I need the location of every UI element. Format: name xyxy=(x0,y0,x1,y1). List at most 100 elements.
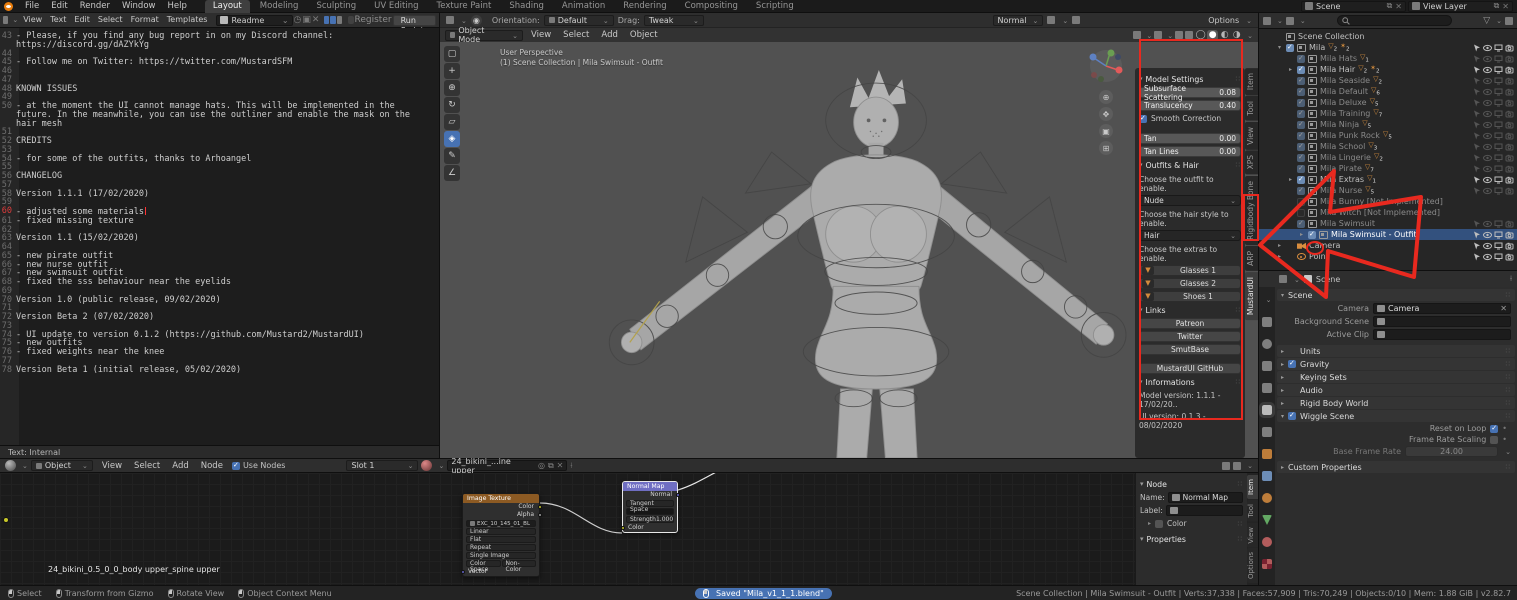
row-checkbox[interactable] xyxy=(1297,154,1305,162)
xray-icon[interactable] xyxy=(1185,31,1193,39)
text-editor-menu[interactable]: Templates xyxy=(163,14,212,26)
selectable-icon[interactable] xyxy=(1473,132,1481,140)
new-material-icon[interactable]: ⧉ xyxy=(548,461,554,471)
shading-mode-icon[interactable] xyxy=(1219,30,1230,41)
viewport-disable-icon[interactable] xyxy=(1494,176,1503,184)
selectable-icon[interactable] xyxy=(1473,110,1481,118)
outliner-row[interactable]: Mila Ninja 5 xyxy=(1259,119,1517,130)
collapsed-panel-header[interactable]: Rigid Body World∷ xyxy=(1277,397,1515,409)
row-checkbox[interactable] xyxy=(1297,143,1305,151)
options-dropdown[interactable]: Options xyxy=(1208,16,1239,25)
node-dropdown[interactable]: Repeat xyxy=(466,544,536,551)
workspace-tab[interactable]: Modeling xyxy=(252,0,307,13)
smooth-correction-checkbox[interactable] xyxy=(1139,115,1147,123)
workspace-tab[interactable]: Texture Paint xyxy=(429,0,500,13)
zoom-icon[interactable]: ⊕ xyxy=(1099,90,1113,104)
setting-slider[interactable]: Translucency0.40 xyxy=(1139,100,1241,111)
field-input[interactable]: Camera ✕ xyxy=(1373,303,1511,314)
viewport-menu[interactable]: Add xyxy=(595,29,623,41)
node-dropdown[interactable]: Flat xyxy=(466,536,536,543)
row-checkbox[interactable] xyxy=(1297,220,1305,228)
selectable-icon[interactable] xyxy=(1473,253,1481,261)
topbar-menu[interactable]: File xyxy=(19,0,45,12)
node-editor-menu[interactable]: Select xyxy=(128,460,166,472)
sidebar-tab[interactable]: ARP xyxy=(1245,246,1258,271)
viewport-disable-icon[interactable] xyxy=(1494,143,1503,151)
selectable-icon[interactable] xyxy=(1473,77,1481,85)
viewport-disable-icon[interactable] xyxy=(1494,88,1503,96)
shading-mode-icon[interactable] xyxy=(1231,30,1242,41)
custom-properties-panel-header[interactable]: Custom Properties∷ xyxy=(1277,461,1515,473)
node-color-checkbox[interactable] xyxy=(1155,520,1163,528)
unlink-scene-icon[interactable]: ✕ xyxy=(1395,2,1402,11)
viewport-disable-icon[interactable] xyxy=(1494,242,1503,250)
collapsed-panel-header[interactable]: Units∷ xyxy=(1277,345,1515,357)
shading-mode-icon[interactable] xyxy=(1195,30,1206,41)
workspace-tab[interactable]: Layout xyxy=(205,0,250,13)
expand-icon[interactable]: ▾ xyxy=(1276,44,1283,51)
row-checkbox[interactable] xyxy=(1297,132,1305,140)
viewport-disable-icon[interactable] xyxy=(1494,253,1503,261)
overlay-node-icon[interactable] xyxy=(1233,462,1241,470)
properties-tabs-dropdown-icon[interactable] xyxy=(1263,295,1272,305)
mode-dropdown[interactable]: Object Mode xyxy=(445,30,523,41)
render-disable-icon[interactable] xyxy=(1505,77,1514,85)
selectable-icon[interactable] xyxy=(1473,220,1481,228)
sidebar-tab[interactable]: MustardUI xyxy=(1245,272,1258,320)
snap-node-icon[interactable] xyxy=(1222,462,1230,470)
pin-material-icon[interactable]: ⟊ xyxy=(570,461,572,471)
topbar-menu[interactable]: Render xyxy=(74,0,116,12)
hide-eye-icon[interactable] xyxy=(1483,121,1492,129)
hide-eye-icon[interactable] xyxy=(1483,154,1492,162)
setting-slider[interactable]: Subsurface Scattering0.08 xyxy=(1139,87,1241,98)
hide-eye-icon[interactable] xyxy=(1483,176,1492,184)
outliner-row[interactable]: Mila Nurse 5 xyxy=(1259,185,1517,196)
vector-input-socket[interactable] xyxy=(461,570,465,574)
outliner-row[interactable]: Mila Hats 1 xyxy=(1259,53,1517,64)
slot-dropdown[interactable]: Slot 1 xyxy=(346,460,418,471)
node-title[interactable]: Normal Map xyxy=(623,482,677,491)
workspace-tab[interactable]: Compositing xyxy=(677,0,746,13)
render-disable-icon[interactable] xyxy=(1505,44,1514,52)
snap-magnet-icon[interactable] xyxy=(1047,16,1055,24)
topbar-menu[interactable]: Window xyxy=(116,0,162,12)
viewport-disable-icon[interactable] xyxy=(1494,187,1503,195)
overlays-icon[interactable] xyxy=(1175,31,1183,39)
properties-tab-icon[interactable] xyxy=(1262,493,1272,503)
open-folder-icon[interactable]: ▣ xyxy=(302,15,311,25)
outliner-row[interactable]: Mila Swimsuit xyxy=(1259,218,1517,229)
row-checkbox[interactable] xyxy=(1297,77,1305,85)
shading-mode-icon[interactable] xyxy=(1207,30,1218,41)
node-label-field[interactable] xyxy=(1166,505,1243,516)
node-editor-menu[interactable]: Node xyxy=(195,460,229,472)
image-datablock[interactable]: EXC_10_145_01_BL xyxy=(466,520,536,527)
browse-text-icon[interactable]: ⌄ xyxy=(282,16,289,25)
new-view-layer-icon[interactable]: ⧉ xyxy=(1494,1,1500,11)
node-sidebar-tab[interactable]: Item xyxy=(1247,475,1258,499)
orientation-dropdown[interactable]: Default xyxy=(544,15,614,26)
row-checkbox[interactable] xyxy=(1286,44,1294,52)
workspace-tab[interactable]: Animation xyxy=(554,0,613,13)
properties-filter-icon[interactable] xyxy=(1279,275,1287,283)
normal-dropdown[interactable]: Normal xyxy=(993,15,1044,26)
strength-slider[interactable]: Strength1.000 xyxy=(626,516,674,523)
pin-icon[interactable]: ⟊ xyxy=(1510,274,1512,284)
hide-eye-icon[interactable] xyxy=(1483,253,1492,261)
outliner-row[interactable]: ▸ Mila Extras 1 xyxy=(1259,174,1517,185)
outliner-row[interactable]: Mila Punk Rock 5 xyxy=(1259,130,1517,141)
outliner-row[interactable]: Mila Seaside 2 xyxy=(1259,75,1517,86)
hide-eye-icon[interactable] xyxy=(1483,165,1492,173)
outliner-row[interactable]: ▸ Camera xyxy=(1259,240,1517,251)
properties-tab-icon[interactable] xyxy=(1262,559,1272,569)
selectable-icon[interactable] xyxy=(1473,231,1481,239)
topbar-menu[interactable]: Help xyxy=(161,0,192,12)
render-disable-icon[interactable] xyxy=(1505,88,1514,96)
outliner-row[interactable]: ▸ Mila Hair 2 2 xyxy=(1259,64,1517,75)
line-numbers-toggle-icon[interactable] xyxy=(324,16,329,24)
text-editor-content[interactable]: 43- Please, if you find any bug report i… xyxy=(0,28,440,445)
normal-output-socket[interactable] xyxy=(676,493,680,497)
hide-eye-icon[interactable] xyxy=(1483,220,1492,228)
row-checkbox[interactable] xyxy=(1297,55,1305,63)
node-sidebar-tab[interactable]: Options xyxy=(1247,548,1258,583)
remove-view-layer-icon[interactable]: ✕ xyxy=(1502,2,1509,11)
